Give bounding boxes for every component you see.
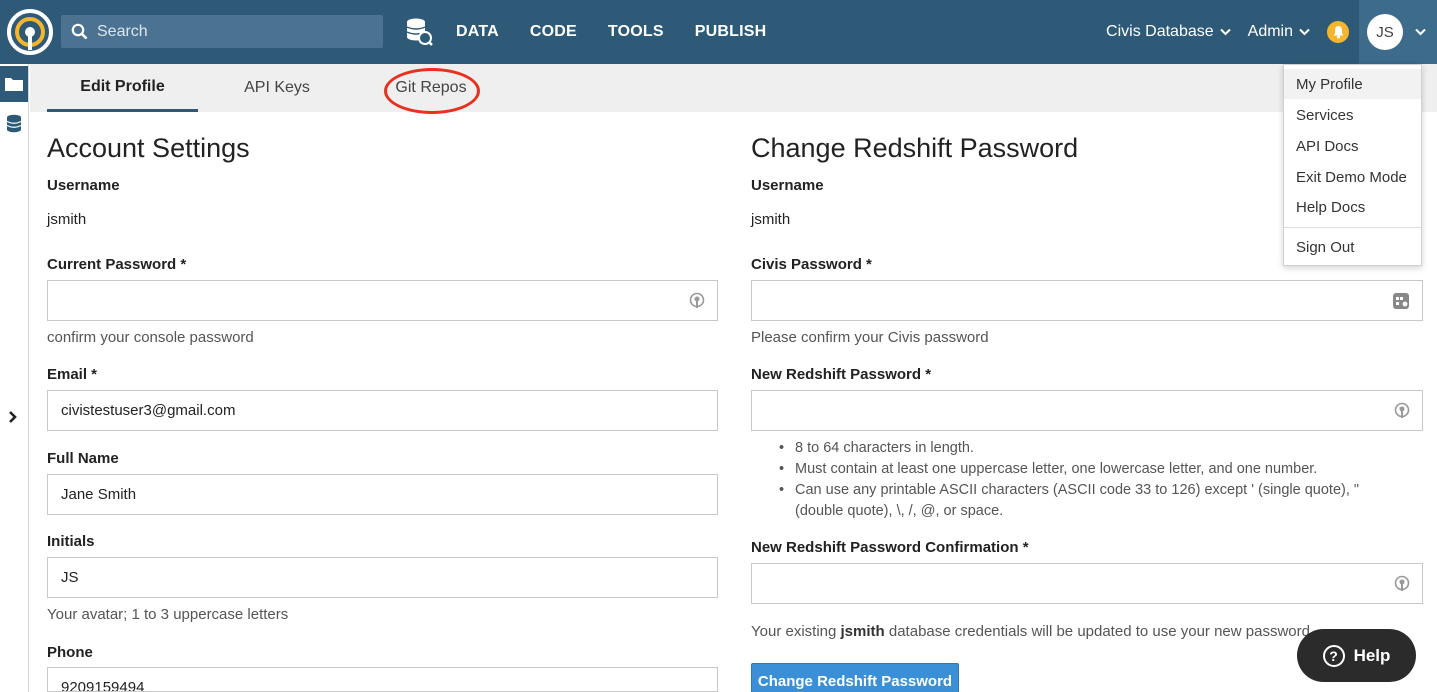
menu-exit-demo-mode[interactable]: Exit Demo Mode: [1284, 162, 1421, 192]
civis-password-field[interactable]: [751, 280, 1423, 321]
password-rule: 8 to 64 characters in length.: [779, 438, 1395, 459]
search-icon: [71, 23, 88, 40]
top-nav: Search DATA CODE TOOLS PUBLISH Civis Dat…: [0, 0, 1437, 64]
email-value: civistestuser3@gmail.com: [61, 402, 236, 419]
civis-password-label: Civis Password *: [751, 256, 872, 273]
search-input[interactable]: Search: [61, 15, 383, 48]
confirm-password-label: New Redshift Password Confirmation *: [751, 539, 1029, 556]
search-placeholder: Search: [97, 22, 148, 40]
credentials-notice: Your existing jsmith database credential…: [751, 623, 1314, 640]
phone-value: 9209159494: [61, 679, 145, 692]
email-field[interactable]: civistestuser3@gmail.com: [47, 390, 718, 431]
bell-icon[interactable]: [1327, 21, 1349, 43]
tab-api-keys[interactable]: API Keys: [230, 64, 324, 112]
admin-label: Admin: [1247, 23, 1293, 40]
chevron-down-icon: [1219, 28, 1231, 36]
fullname-label: Full Name: [47, 450, 119, 467]
tab-edit-profile[interactable]: Edit Profile: [47, 64, 198, 112]
folder-icon[interactable]: [0, 66, 28, 102]
username-value: jsmith: [47, 211, 87, 228]
change-redshift-password-button[interactable]: Change Redshift Password: [751, 663, 959, 692]
confirm-password-field[interactable]: [751, 563, 1423, 604]
user-menu[interactable]: JS: [1359, 0, 1437, 64]
menu-services[interactable]: Services: [1284, 100, 1421, 130]
initials-value: JS: [61, 569, 79, 586]
phone-label: Phone: [47, 644, 93, 661]
database-icon[interactable]: [6, 114, 22, 139]
notice-prefix: Your existing: [751, 623, 841, 640]
chevron-right-icon[interactable]: [8, 410, 18, 429]
question-icon: ?: [1322, 644, 1345, 667]
redshift-username-label: Username: [751, 177, 824, 194]
nav-publish[interactable]: PUBLISH: [695, 23, 767, 41]
fullname-value: Jane Smith: [61, 486, 137, 503]
notice-suffix: database credentials will be updated to …: [884, 623, 1315, 640]
new-password-label: New Redshift Password *: [751, 366, 932, 383]
chevron-down-icon: [1415, 28, 1426, 36]
current-password-help: confirm your console password: [47, 329, 254, 346]
initials-field[interactable]: JS: [47, 557, 718, 598]
database-label: Civis Database: [1106, 23, 1214, 40]
account-settings-title: Account Settings: [47, 133, 250, 163]
password-manager-icon[interactable]: [689, 292, 705, 314]
password-rules-list: 8 to 64 characters in length. Must conta…: [779, 438, 1395, 522]
user-dropdown-menu: My Profile Services API Docs Exit Demo M…: [1283, 64, 1422, 266]
civis-logo-icon[interactable]: [6, 8, 54, 56]
notice-user: jsmith: [840, 623, 885, 640]
help-label: Help: [1353, 645, 1391, 665]
phone-field[interactable]: 9209159494: [47, 667, 718, 692]
avatar: JS: [1367, 14, 1403, 50]
menu-sign-out[interactable]: Sign Out: [1284, 232, 1421, 262]
menu-divider: [1284, 227, 1421, 228]
password-rule: Must contain at least one uppercase lett…: [779, 459, 1395, 480]
current-password-label: Current Password *: [47, 256, 187, 273]
username-label: Username: [47, 177, 120, 194]
initials-label: Initials: [47, 533, 95, 550]
menu-my-profile[interactable]: My Profile: [1284, 69, 1421, 99]
help-button[interactable]: ? Help: [1297, 629, 1416, 682]
nav-code[interactable]: CODE: [530, 23, 577, 41]
new-password-field[interactable]: [751, 390, 1423, 431]
menu-help-docs[interactable]: Help Docs: [1284, 192, 1421, 222]
chevron-down-icon: [1299, 28, 1310, 36]
redshift-title: Change Redshift Password: [751, 133, 1079, 163]
nav-data[interactable]: DATA: [456, 23, 499, 41]
civis-password-help: Please confirm your Civis password: [751, 329, 989, 346]
redshift-username-value: jsmith: [751, 211, 791, 228]
database-selector[interactable]: Civis Database: [1106, 23, 1231, 41]
database-search-icon[interactable]: [405, 17, 433, 52]
nav-tools[interactable]: TOOLS: [608, 23, 664, 41]
profile-tabs: Edit Profile API Keys Git Repos: [30, 64, 1437, 114]
password-manager-icon[interactable]: [1394, 402, 1410, 424]
current-password-field[interactable]: [47, 280, 718, 321]
initials-help: Your avatar; 1 to 3 uppercase letters: [47, 606, 289, 623]
admin-menu[interactable]: Admin: [1248, 23, 1310, 41]
fullname-field[interactable]: Jane Smith: [47, 474, 718, 515]
left-sidebar: [0, 64, 29, 692]
password-generator-icon[interactable]: [1392, 292, 1410, 314]
annotation-circle: [384, 68, 480, 114]
menu-api-docs[interactable]: API Docs: [1284, 131, 1421, 161]
email-label: Email *: [47, 366, 98, 383]
password-rule: Can use any printable ASCII characters (…: [779, 480, 1395, 522]
password-manager-icon[interactable]: [1394, 575, 1410, 597]
